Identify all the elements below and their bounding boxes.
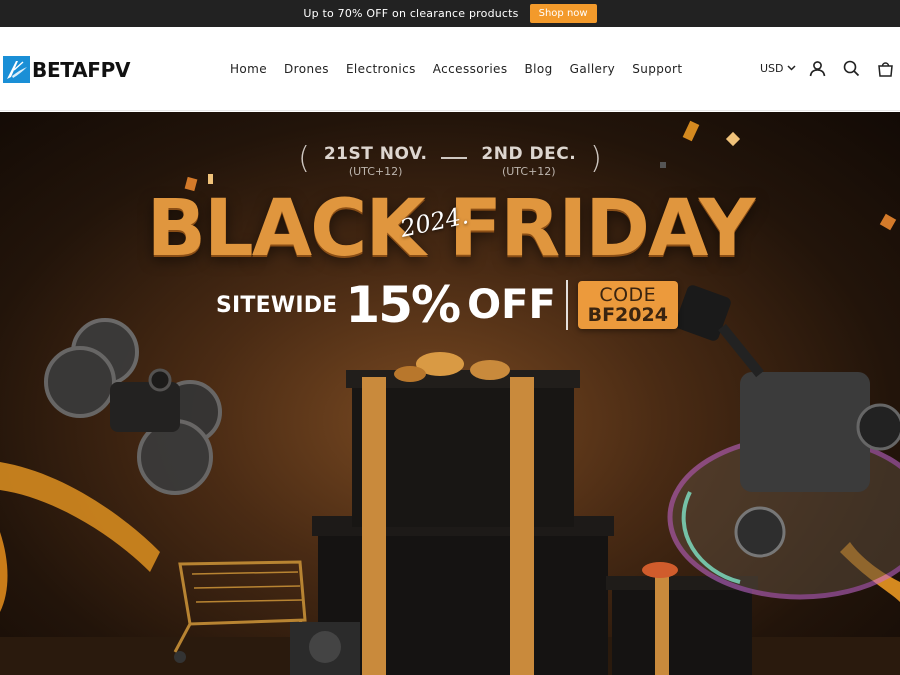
sitewide-label: SITEWIDE [216,292,338,318]
paren-left-icon: ( [298,141,310,176]
hero-banner[interactable]: ( 21ST NOV. (UTC+12) 2ND DEC. (UTC+12) )… [0,112,900,675]
nav-accessories[interactable]: Accessories [433,62,508,76]
shop-now-button[interactable]: Shop now [529,4,597,23]
nav-blog[interactable]: Blog [525,62,553,76]
sale-dates: ( 21ST NOV. (UTC+12) 2ND DEC. (UTC+12) ) [0,141,900,179]
date-start: 21ST NOV. (UTC+12) [323,144,428,178]
site-header: BETAFPV Home Drones Electronics Accessor… [0,27,900,111]
code-label: CODE [599,284,657,306]
brand-logo[interactable]: BETAFPV [3,56,130,83]
betafpv-wing-icon [3,56,30,83]
discount-value: 15% [345,276,461,334]
paren-right-icon: ) [590,141,602,176]
cart-icon[interactable] [877,60,894,77]
nav-home[interactable]: Home [230,62,267,76]
off-label: OFF [467,282,556,328]
account-icon[interactable] [809,60,826,77]
date-dash [441,157,468,159]
nav-electronics[interactable]: Electronics [346,62,416,76]
date-end: 2ND DEC. (UTC+12) [481,144,577,178]
nav-gallery[interactable]: Gallery [570,62,616,76]
brand-name: BETAFPV [32,57,131,82]
currency-value: USD [760,62,784,75]
announcement-bar: Up to 70% OFF on clearance products Shop… [0,0,900,27]
header-actions: USD [760,60,894,77]
nav-drones[interactable]: Drones [284,62,329,76]
main-navigation: Home Drones Electronics Accessories Blog… [230,62,682,76]
currency-selector[interactable]: USD [760,62,796,75]
code-value: BF2024 [587,304,668,326]
promo-code-tag: CODE BF2024 [577,281,678,329]
announcement-text: Up to 70% OFF on clearance products [303,7,519,20]
offer-row: SITEWIDE 15% OFF CODE BF2024 [216,276,678,334]
offer-divider [565,280,568,330]
nav-support[interactable]: Support [632,62,682,76]
search-icon[interactable] [843,60,860,77]
chevron-down-icon [786,62,796,75]
